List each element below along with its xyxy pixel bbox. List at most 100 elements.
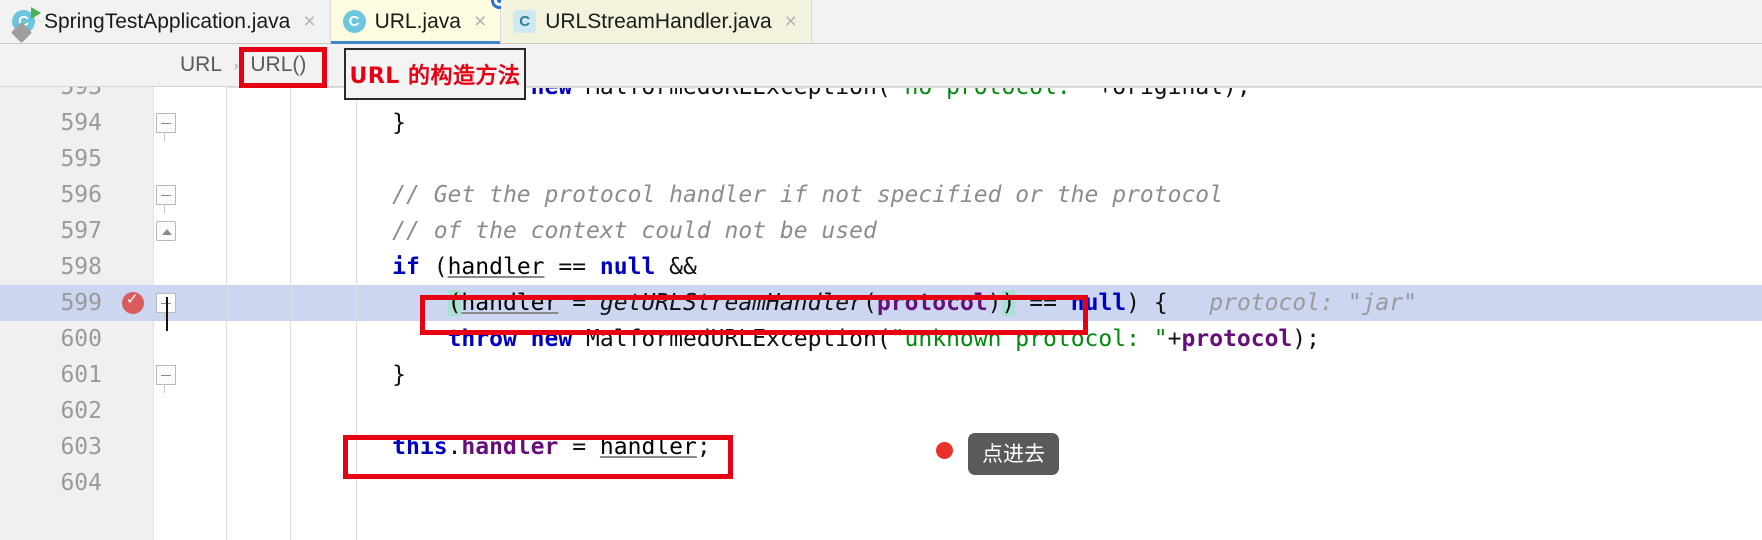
java-class-run-icon: C (10, 7, 41, 44)
code-line[interactable]: 598 if (handler == null && (0, 249, 1762, 285)
tab-close-icon[interactable]: × (785, 11, 797, 32)
code-text[interactable]: throw new MalformedURLException("unknown… (226, 326, 1762, 352)
code-line[interactable]: 595 (0, 141, 1762, 177)
line-number: 594 (60, 110, 102, 136)
gutter-marker-slot (120, 249, 154, 285)
fold-slot (154, 393, 226, 429)
fold-toggle[interactable] (154, 357, 226, 393)
code-token: protocol (1181, 326, 1293, 352)
gutter-marker-slot (120, 321, 154, 357)
tab-close-icon[interactable]: × (474, 11, 486, 32)
code-token: == (544, 254, 600, 280)
gutter-marker-slot (120, 87, 154, 105)
code-token: . (447, 434, 462, 460)
code-token: = (558, 434, 600, 460)
code-text[interactable]: // Get the protocol handler if not speci… (226, 182, 1762, 208)
breadcrumb-item-method[interactable]: URL() (240, 53, 316, 77)
code-token: // Get the protocol handler if not speci… (226, 182, 1223, 208)
code-token: ( (863, 290, 877, 316)
gutter-marker-slot (120, 177, 154, 213)
tab-spring-test-application[interactable]: C SpringTestApplication.java × (0, 0, 331, 44)
gutter-marker-slot (120, 393, 154, 429)
code-line[interactable]: 597 // of the context could not be used (0, 213, 1762, 249)
code-token: throw new (447, 326, 573, 352)
line-number: 601 (60, 362, 102, 388)
code-token: ) { (1126, 290, 1168, 316)
code-token: == (1015, 290, 1071, 316)
breadcrumb: URL › URL() (0, 44, 1762, 87)
code-token: ); (1292, 326, 1320, 352)
tab-url-java[interactable]: C URL.java × (330, 0, 509, 44)
code-token: this (392, 434, 448, 460)
tab-label: URL.java (374, 9, 461, 33)
code-token: protocol: "jar" (1167, 290, 1417, 316)
code-token: // of the context could not be used (226, 218, 877, 244)
code-line[interactable]: 604 (0, 465, 1762, 501)
breadcrumb-item-class[interactable]: URL (170, 53, 232, 77)
tab-close-icon[interactable]: × (303, 11, 315, 32)
code-text[interactable]: // of the context could not be used (226, 218, 1762, 244)
gutter-marker-slot (120, 141, 154, 177)
tab-label: SpringTestApplication.java (44, 9, 291, 33)
tab-label: URLStreamHandler.java (545, 9, 772, 33)
code-token: MalformedURLException( (572, 326, 891, 352)
annotation-method-note: URL 的构造方法 (344, 48, 526, 100)
fold-toggle[interactable] (154, 177, 226, 213)
line-number: 598 (60, 254, 102, 280)
code-line[interactable]: 602 (0, 393, 1762, 429)
breadcrumb-separator-icon: › (234, 57, 239, 73)
editor-tab-bar: C SpringTestApplication.java × C URL.jav… (0, 0, 1762, 44)
gutter-marker-slot (120, 429, 154, 465)
line-number: 602 (60, 398, 102, 424)
code-token: if (392, 254, 420, 280)
code-line[interactable]: 600 throw new MalformedURLException("unk… (0, 321, 1762, 357)
text-caret (166, 297, 168, 331)
fold-slot (154, 321, 226, 357)
code-text[interactable]: (handler = getURLStreamHandler(protocol)… (226, 290, 1762, 316)
tooltip-click-into: 点进去 (968, 433, 1059, 475)
code-text[interactable]: } (226, 110, 1762, 136)
fold-slot (154, 429, 226, 465)
line-number: 597 (60, 218, 102, 244)
code-token: getURLStreamHandler (599, 290, 864, 316)
code-token: "no protocol: " (890, 87, 1099, 100)
code-line[interactable]: 596 // Get the protocol handler if not s… (0, 177, 1762, 213)
code-text[interactable]: if (handler == null && (226, 254, 1762, 280)
gutter-marker-slot (120, 357, 154, 393)
code-token: handler (599, 434, 697, 460)
java-class-icon: C (513, 10, 537, 33)
line-number: 596 (60, 182, 102, 208)
code-line[interactable]: 601 } (0, 357, 1762, 393)
code-line[interactable]: 594 } (0, 105, 1762, 141)
line-number: 595 (60, 146, 102, 172)
fold-slot (154, 141, 226, 177)
line-number: 600 (60, 326, 102, 352)
code-token: ; (696, 434, 711, 460)
code-editor[interactable]: 593 throw new MalformedURLException("no … (0, 87, 1762, 540)
code-line[interactable]: 599 (handler = getURLStreamHandler(proto… (0, 285, 1762, 321)
code-token: protocol (876, 290, 988, 316)
fold-slot (154, 465, 226, 501)
line-number: 603 (60, 434, 102, 460)
code-token: +original); (1098, 87, 1251, 100)
code-line[interactable]: 603 this.handler = handler; (0, 429, 1762, 465)
java-class-icon: C (342, 10, 366, 33)
line-number: 604 (60, 470, 102, 496)
fold-toggle[interactable] (154, 285, 226, 321)
fold-toggle[interactable] (154, 213, 226, 249)
code-token: handler (461, 290, 559, 316)
code-token: "unknown protocol: " (890, 326, 1168, 352)
code-token: ) (1001, 290, 1016, 316)
fold-toggle[interactable] (154, 105, 226, 141)
cursor-pointer-dot (936, 442, 953, 459)
gutter-marker-slot (120, 465, 154, 501)
gutter-marker-slot (120, 105, 154, 141)
code-text[interactable]: } (226, 362, 1762, 388)
breakpoint-icon[interactable] (120, 285, 154, 321)
fold-slot (154, 249, 226, 285)
code-line[interactable]: 593 throw new MalformedURLException("no … (0, 87, 1762, 105)
tab-url-stream-handler-java[interactable]: C URLStreamHandler.java × (501, 0, 812, 43)
